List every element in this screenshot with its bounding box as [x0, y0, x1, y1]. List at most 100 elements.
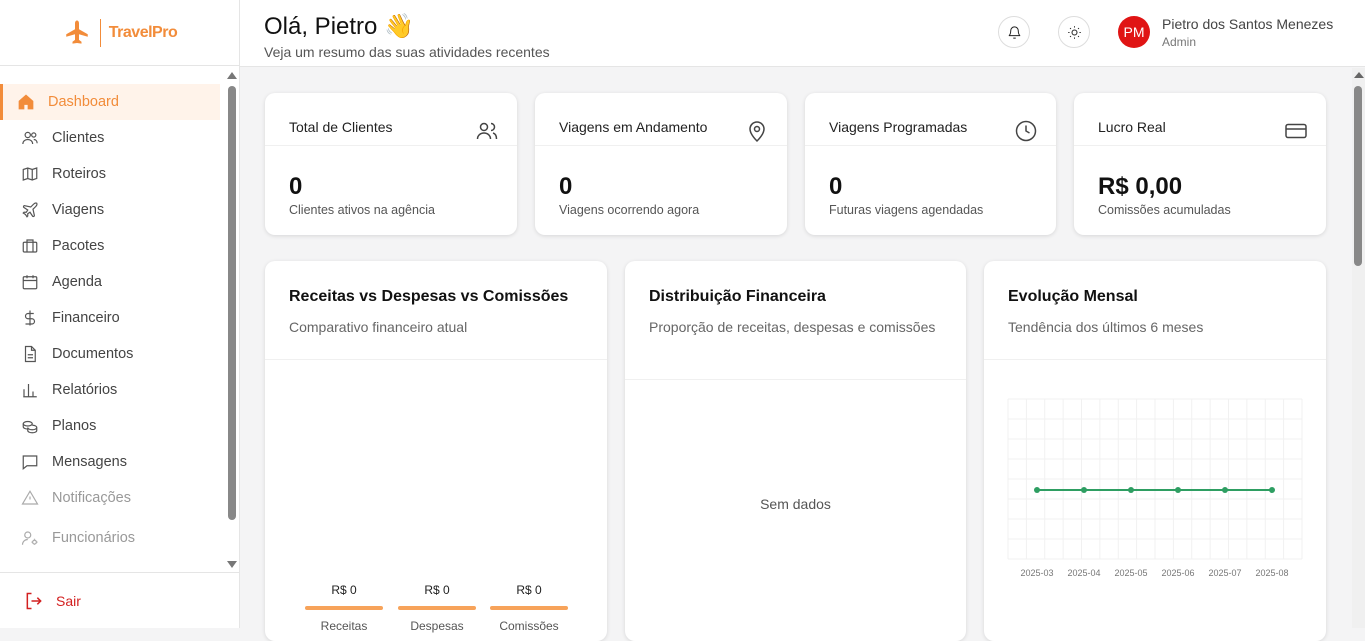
scroll-up-arrow-icon[interactable]: [227, 72, 237, 79]
user-name[interactable]: Pietro dos Santos Menezes: [1162, 16, 1333, 32]
stat-title: Lucro Real: [1098, 119, 1166, 135]
sidebar-item-label: Planos: [52, 418, 97, 434]
dollar-icon: [24, 310, 36, 326]
divider: [1074, 145, 1326, 146]
data-point[interactable]: [1269, 487, 1275, 493]
stat-title: Viagens Programadas: [829, 119, 968, 135]
sun-icon: [1067, 25, 1081, 39]
empty-state: Sem dados: [760, 496, 831, 512]
sidebar-item-label: Viagens: [52, 202, 105, 218]
bar-receitas[interactable]: [305, 606, 383, 610]
sidebar-item-funcionarios[interactable]: Funcionários: [4, 520, 220, 556]
logo[interactable]: TravelPro: [0, 0, 239, 66]
user-role: Admin: [1162, 35, 1197, 49]
x-tick-label: 2025-08: [1255, 568, 1288, 578]
data-point[interactable]: [1034, 487, 1040, 493]
sidebar-item-roteiros[interactable]: Roteiros: [4, 156, 220, 192]
x-tick-label: 2025-07: [1208, 568, 1241, 578]
data-point[interactable]: [1222, 487, 1228, 493]
stat-card-clients: Total de Clientes 0 Clientes ativos na a…: [265, 93, 517, 235]
sidebar-item-dashboard[interactable]: Dashboard: [0, 84, 220, 120]
sidebar-item-notificacoes[interactable]: Notificações: [4, 480, 220, 516]
scrollbar-thumb[interactable]: [228, 86, 236, 520]
sidebar-item-label: Mensagens: [52, 454, 127, 470]
bell-icon: [1008, 25, 1020, 39]
divider: [535, 145, 787, 146]
plane-logo-icon: [66, 20, 88, 44]
divider: [265, 359, 607, 360]
sidebar-item-label: Dashboard: [48, 94, 119, 110]
bar-value-label: R$ 0: [331, 583, 357, 597]
sidebar-item-pacotes[interactable]: Pacotes: [4, 228, 220, 264]
sidebar-item-planos[interactable]: Planos: [4, 408, 220, 444]
stat-value: 0: [829, 173, 843, 200]
stat-subtitle: Viagens ocorrendo agora: [559, 203, 700, 217]
clock-icon: [1015, 120, 1037, 142]
distribution-card: Distribuição Financeira Proporção de rec…: [625, 261, 966, 641]
stat-card-trips-scheduled: Viagens Programadas 0 Futuras viagens ag…: [805, 93, 1056, 235]
sidebar-item-relatorios[interactable]: Relatórios: [4, 372, 220, 408]
header: Olá, Pietro 👋 Veja um resumo das suas at…: [240, 0, 1365, 67]
sidebar-item-agenda[interactable]: Agenda: [4, 264, 220, 300]
panel-title: Receitas vs Despesas vs Comissões: [289, 288, 569, 305]
panel-title: Evolução Mensal: [1008, 288, 1138, 305]
coins-icon: [22, 420, 38, 434]
data-point[interactable]: [1175, 487, 1181, 493]
x-tick-label: 2025-06: [1161, 568, 1194, 578]
bar-value-label: R$ 0: [424, 583, 450, 597]
sidebar-item-label: Documentos: [52, 346, 134, 362]
line-chart: 2025-03 2025-04 2025-05 2025-06 2025-07 2025-…: [1007, 398, 1303, 578]
bar-category-label: Receitas: [320, 619, 368, 633]
divider: [625, 379, 966, 380]
users-icon: [22, 131, 38, 145]
panel-title: Distribuição Financeira: [649, 288, 826, 305]
sidebar-item-label: Roteiros: [52, 166, 106, 182]
sidebar-item-financeiro[interactable]: Financeiro: [4, 300, 220, 336]
x-tick-label: 2025-04: [1067, 568, 1100, 578]
sidebar-scrollbar[interactable]: [226, 70, 238, 570]
scrollbar-thumb[interactable]: [1354, 86, 1362, 266]
avatar[interactable]: PM: [1118, 16, 1150, 48]
panel-subtitle: Proporção de receitas, despesas e comiss…: [649, 319, 936, 335]
page-subtitle: Veja um resumo das suas atividades recen…: [264, 44, 550, 60]
plane-icon: [22, 202, 38, 218]
map-pin-icon: [749, 121, 765, 143]
bar-comissoes[interactable]: [490, 606, 568, 610]
map-icon: [22, 167, 38, 181]
notifications-button[interactable]: [998, 16, 1030, 48]
stat-card-trips-ongoing: Viagens em Andamento 0 Viagens ocorrendo…: [535, 93, 787, 235]
sidebar-item-viagens[interactable]: Viagens: [4, 192, 220, 228]
divider: [265, 145, 517, 146]
document-icon: [24, 345, 36, 363]
logout-button[interactable]: Sair: [0, 572, 239, 628]
sidebar-item-clientes[interactable]: Clientes: [4, 120, 220, 156]
scroll-down-arrow-icon[interactable]: [227, 561, 237, 568]
scroll-up-arrow-icon[interactable]: [1354, 72, 1364, 78]
logo-divider: [99, 18, 101, 47]
stat-subtitle: Comissões acumuladas: [1098, 203, 1231, 217]
alert-icon: [21, 490, 39, 505]
page-title: Olá, Pietro 👋: [264, 13, 414, 40]
calendar-icon: [22, 275, 38, 290]
bar-value-label: R$ 0: [516, 583, 542, 597]
user-cog-icon: [21, 531, 38, 545]
logout-icon: [26, 592, 42, 609]
sidebar: TravelPro Dashboard Clientes Roteiros Vi…: [0, 0, 240, 628]
sidebar-item-documentos[interactable]: Documentos: [4, 336, 220, 372]
main-scrollbar[interactable]: [1352, 68, 1365, 628]
sidebar-nav: Dashboard Clientes Roteiros Viagens Paco…: [0, 84, 226, 556]
x-tick-label: 2025-03: [1020, 568, 1053, 578]
divider: [805, 145, 1056, 146]
sidebar-item-label: Financeiro: [52, 310, 120, 326]
data-point[interactable]: [1128, 487, 1134, 493]
bar-despesas[interactable]: [398, 606, 476, 610]
stat-title: Viagens em Andamento: [559, 119, 708, 135]
data-point[interactable]: [1081, 487, 1087, 493]
stat-subtitle: Clientes ativos na agência: [289, 203, 435, 217]
luggage-icon: [22, 239, 38, 253]
bar-chart-icon: [23, 384, 37, 398]
brand-name: TravelPro: [108, 23, 178, 41]
theme-toggle-button[interactable]: [1058, 16, 1090, 48]
stat-subtitle: Futuras viagens agendadas: [829, 203, 984, 217]
sidebar-item-mensagens[interactable]: Mensagens: [4, 444, 220, 480]
